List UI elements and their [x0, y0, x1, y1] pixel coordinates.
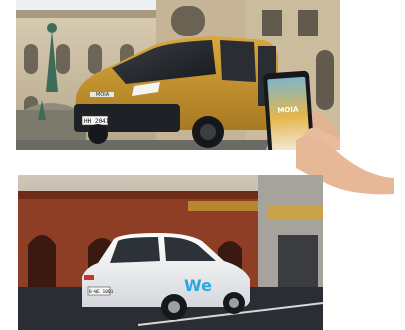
car-license-plate: B-WE 1001 [89, 289, 114, 295]
van-license-plate: HH 2041 [84, 118, 110, 125]
car-logo: We [184, 276, 212, 295]
moia-van-photo: MOIA HH 2041 MOIA [16, 0, 340, 150]
weshare-car-photo: B-WE 1001 We [18, 175, 323, 330]
phone-app-label: MOIA [277, 105, 299, 114]
van-badge: MOIA [96, 92, 110, 98]
